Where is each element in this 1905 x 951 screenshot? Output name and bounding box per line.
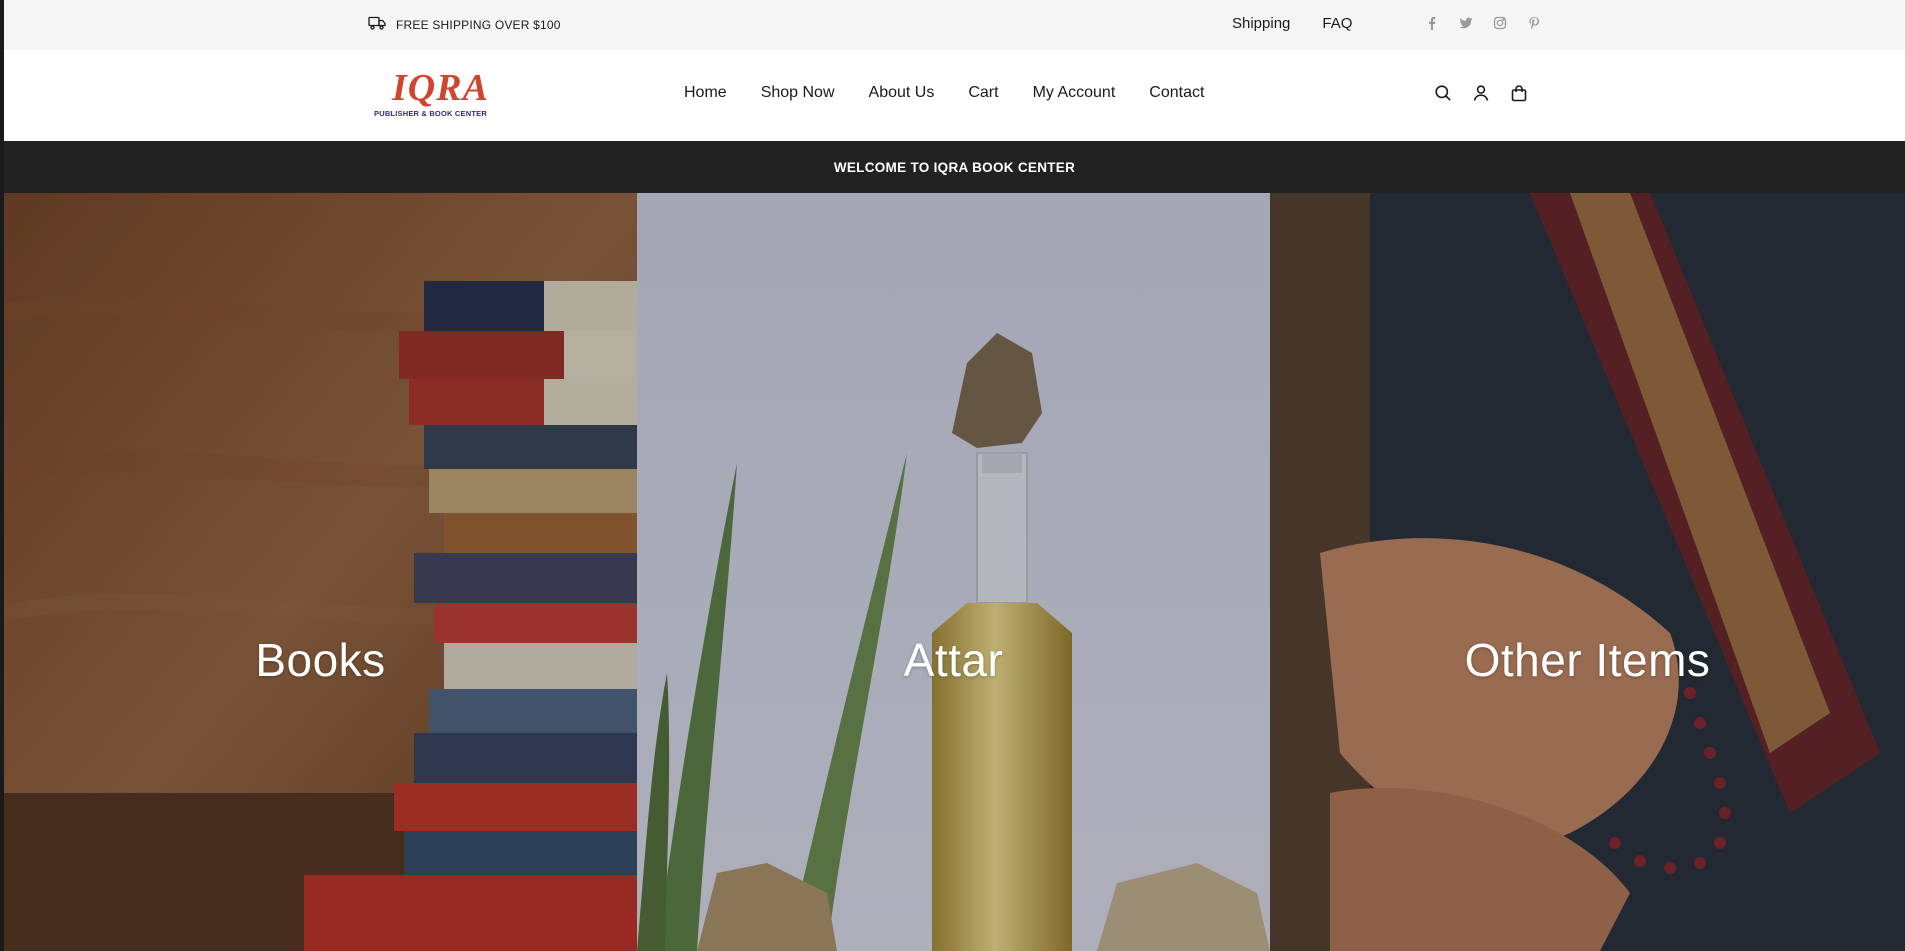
social-links [1424,15,1542,31]
nav-about-us[interactable]: About Us [869,84,935,102]
category-title-other-items: Other Items [1464,634,1711,686]
nav-my-account[interactable]: My Account [1033,84,1116,102]
faq-link[interactable]: FAQ [1322,15,1352,32]
nav-contact[interactable]: Contact [1149,84,1204,102]
facebook-icon[interactable] [1424,15,1440,31]
category-title-attar: Attar [903,634,1004,686]
category-tile-attar[interactable]: Attar [637,193,1270,951]
category-title-books: Books [255,634,386,686]
nav-shop-now[interactable]: Shop Now [761,84,835,102]
truck-icon [368,16,386,33]
free-shipping-text: FREE SHIPPING OVER $100 [396,17,561,32]
bag-icon[interactable] [1510,84,1528,102]
header-icons [1434,84,1528,102]
main-nav: Home Shop Now About Us Cart My Account C… [684,84,1204,102]
attar-image [637,193,1270,951]
nav-cart[interactable]: Cart [968,84,998,102]
shipping-link[interactable]: Shipping [1232,15,1290,32]
page-frame: FREE SHIPPING OVER $100 Shipping FAQ IQR… [4,0,1905,951]
category-tile-books[interactable]: Books [4,193,637,951]
logo-wordmark: IQRA [392,67,489,109]
welcome-banner: WELCOME TO IQRA BOOK CENTER [4,141,1905,193]
site-logo[interactable]: IQRA PUBLISHER & BOOK CENTER [374,68,498,122]
category-tiles: Books Attar Other Items [4,193,1905,951]
pinterest-icon[interactable] [1526,15,1542,31]
top-bar: FREE SHIPPING OVER $100 Shipping FAQ [4,0,1905,50]
books-image [4,193,637,951]
site-header: IQRA PUBLISHER & BOOK CENTER Home Shop N… [4,50,1905,141]
top-links: Shipping FAQ [1232,15,1352,32]
welcome-text: WELCOME TO IQRA BOOK CENTER [833,159,1076,175]
nav-home[interactable]: Home [684,84,727,102]
search-icon[interactable] [1434,84,1452,102]
logo-tagline: PUBLISHER & BOOK CENTER [374,109,487,118]
other-items-image [1270,193,1905,951]
account-icon[interactable] [1472,84,1490,102]
category-tile-other-items[interactable]: Other Items [1270,193,1905,951]
free-shipping-notice: FREE SHIPPING OVER $100 [368,16,561,33]
twitter-icon[interactable] [1458,15,1474,31]
instagram-icon[interactable] [1492,15,1508,31]
